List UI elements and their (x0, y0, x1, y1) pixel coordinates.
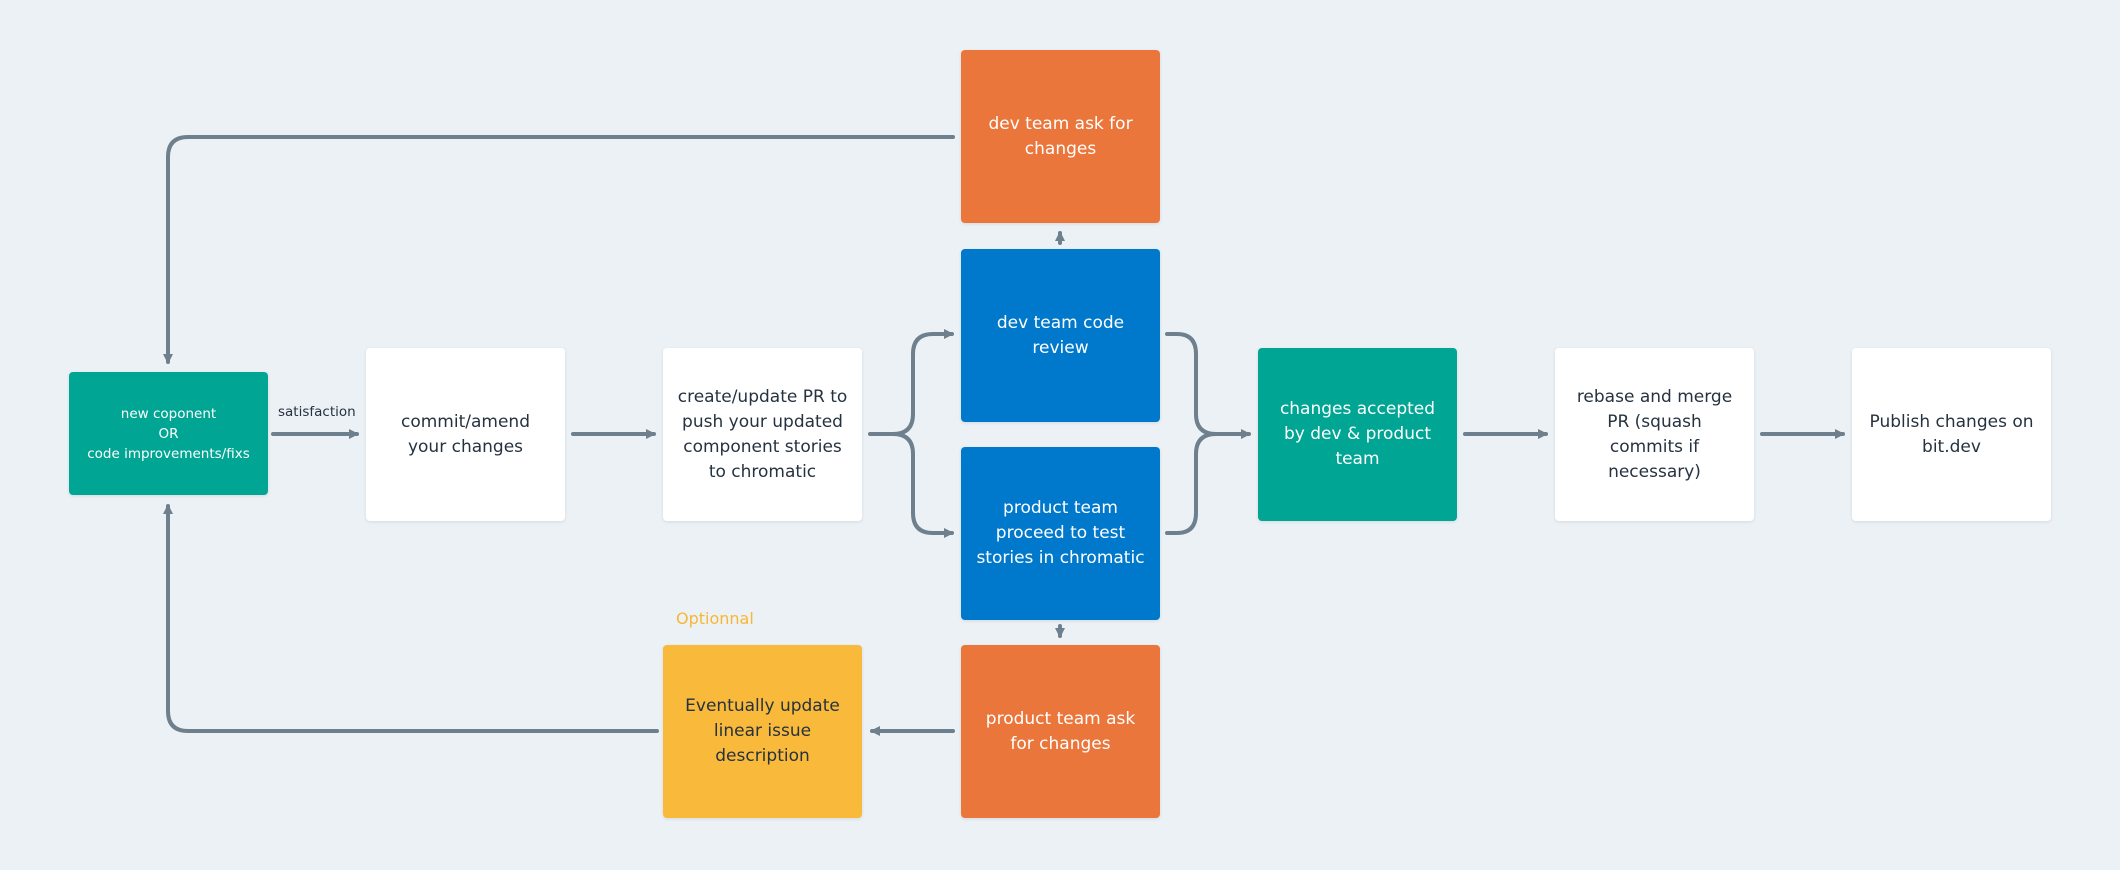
node-accepted-label: changes accepted by dev & product team (1279, 399, 1436, 469)
node-publish-label: Publish changes on bit.dev (1869, 411, 2034, 457)
edge-create-pr-to-product-test (891, 432, 954, 538)
node-product-test[interactable]: product team proceed to test stories in … (961, 447, 1160, 620)
node-commit-label: commit/amend your changes (401, 411, 530, 457)
node-product-ask[interactable]: product team ask for changes (961, 645, 1160, 818)
node-start[interactable]: new coponent OR code improvements/fixs (69, 372, 268, 495)
node-linear-update-label: Eventually update linear issue descripti… (685, 696, 840, 766)
node-product-ask-label: product team ask for changes (985, 708, 1136, 754)
edge-linear-update-to-start (163, 504, 659, 733)
node-dev-review[interactable]: dev team code review (961, 249, 1160, 422)
node-create-pr[interactable]: create/update PR to push your updated co… (663, 348, 862, 521)
node-dev-ask[interactable]: dev team ask for changes (961, 50, 1160, 223)
node-rebase-merge-label: rebase and merge PR (squash commits if n… (1576, 386, 1733, 482)
optional-label: Optionnal (676, 609, 754, 628)
node-commit[interactable]: commit/amend your changes (366, 348, 565, 521)
flowchart-canvas: new coponent OR code improvements/fixs s… (0, 0, 2120, 870)
node-accepted[interactable]: changes accepted by dev & product team (1258, 348, 1457, 521)
node-rebase-merge[interactable]: rebase and merge PR (squash commits if n… (1555, 348, 1754, 521)
node-start-label: new coponent OR code improvements/fixs (87, 405, 250, 462)
node-publish[interactable]: Publish changes on bit.dev (1852, 348, 2051, 521)
edge-product-test-to-accepted (1165, 432, 1218, 535)
edge-dev-review-to-accepted (1165, 332, 1251, 439)
node-product-test-label: product team proceed to test stories in … (976, 498, 1145, 568)
node-dev-ask-label: dev team ask for changes (988, 113, 1133, 159)
edge-dev-ask-to-start (163, 135, 955, 364)
edge-create-pr-to-dev-review (868, 329, 954, 436)
node-linear-update[interactable]: Eventually update linear issue descripti… (663, 645, 862, 818)
edge-label-satisfaction: satisfaction (278, 404, 356, 420)
node-create-pr-label: create/update PR to push your updated co… (677, 386, 848, 482)
node-dev-review-label: dev team code review (996, 312, 1125, 358)
